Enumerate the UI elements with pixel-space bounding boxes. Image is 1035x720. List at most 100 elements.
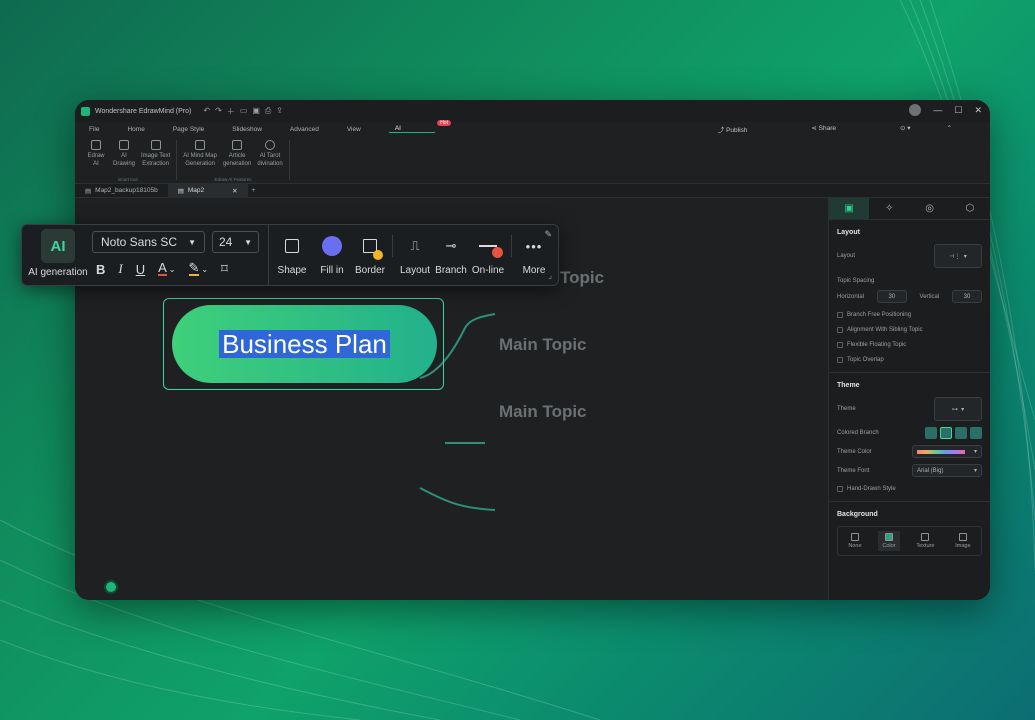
menu-file[interactable]: File [89,126,99,133]
menu-page-style[interactable]: Page Style [173,126,204,133]
topic-node[interactable]: Main Topic [499,402,587,422]
doc-tab-active[interactable]: ▤ Map2 ✕ [167,183,248,198]
minimize-button[interactable]: — [933,105,942,115]
tool-label: Branch [435,265,467,276]
tab-settings[interactable]: ⬡ [950,198,990,219]
option-hand-drawn[interactable]: Hand-Drawn Style [837,486,982,492]
close-tab-icon[interactable]: ✕ [232,187,237,195]
layout-button[interactable]: ⎍ Layout [397,235,433,276]
style-icon: ▣ [844,203,854,214]
format-painter-icon[interactable]: ⌑ [221,261,228,277]
font-color-button[interactable]: A ⌄ [158,261,176,276]
doc-tab[interactable]: ▤ Map2_backup18105b [75,184,168,198]
branch-option[interactable] [970,427,982,439]
layout-select[interactable]: ⊣⋮ ▾ [934,244,982,268]
central-topic[interactable]: Business Plan [172,305,437,383]
ai-tarot-button[interactable]: AI Tarot divination [257,140,283,180]
option-label: Branch Free Positioning [847,312,912,318]
menu-ai[interactable]: AI Hot [388,120,451,133]
ai-mind-map-button[interactable]: AI Mind Map Generation [183,140,217,180]
export-icon[interactable]: ⇪ [276,106,283,117]
pin-icon[interactable]: ✎ [544,229,552,240]
resize-handle-icon[interactable]: ⌟ [548,271,552,280]
checkbox[interactable] [837,342,843,348]
checkbox[interactable] [837,327,843,333]
branch-option[interactable] [925,427,937,439]
theme-color-label: Theme Color [837,448,872,455]
border-button[interactable]: Border [352,235,388,276]
collapse-ribbon-icon[interactable]: ⌃ [947,124,952,134]
tab-marker[interactable]: ◎ [910,198,950,219]
ai-generation-button[interactable]: AI AI generation [26,229,90,283]
theme-color-select[interactable]: ▾ [912,445,982,458]
border-icon [360,235,383,260]
more-button[interactable]: ••• More [516,235,552,277]
bold-button[interactable]: B [96,262,105,277]
branch-button[interactable]: ⊸ Branch [433,235,469,276]
italic-button[interactable]: I [118,261,122,277]
theme-section: Theme Theme ⊶ ▾ Colored Branch Theme Col… [829,382,990,492]
option-label: Flexible Floating Topic [847,342,907,348]
checkbox[interactable] [837,486,843,492]
menu-advanced[interactable]: Advanced [290,126,319,133]
bg-color[interactable]: Color [878,531,900,551]
shape-button[interactable]: Shape [277,235,307,276]
redo-icon[interactable]: ↷ [215,106,222,117]
close-button[interactable]: ✕ [974,105,982,116]
theme-select[interactable]: ⊶ ▾ [934,397,982,421]
central-topic-selection[interactable]: Business Plan [163,298,444,390]
share-button[interactable]: ⋖ Share [811,124,864,134]
font-family-select[interactable]: Noto Sans SC ▼ [92,231,205,253]
font-size-select[interactable]: 24 ▼ [212,231,259,253]
checkbox[interactable] [837,357,843,363]
more-icon: ••• [525,238,543,254]
ribbon-label: Edraw [87,153,105,159]
topic-node[interactable]: Topic [560,268,604,288]
bg-none[interactable]: None [844,531,865,551]
undo-icon[interactable]: ↶ [203,106,210,117]
menu-view[interactable]: View [347,126,361,133]
fill-button[interactable]: Fill in [312,235,352,276]
chevron-down-icon: ▼ [188,237,196,247]
menu-home[interactable]: Home [127,126,144,133]
option-overlap[interactable]: Topic Overlap [837,357,982,363]
avatar[interactable] [909,104,922,116]
highlight-button[interactable]: ✎ ⌄ [188,261,208,276]
new-icon[interactable]: ＋ [227,106,235,117]
image-text-extraction-button[interactable]: Image Text Extraction [141,140,170,180]
tool-label: Layout [399,265,431,276]
edraw-ai-button[interactable]: Edraw AI [85,140,107,180]
option-branch-free[interactable]: Branch Free Positioning [837,312,982,318]
option-flexible[interactable]: Flexible Floating Topic [837,342,982,348]
chevron-down-icon: ⌄ [168,264,176,274]
background-section: Background None Color Texture Image [829,511,990,556]
branch-option[interactable] [940,427,952,439]
central-topic-text[interactable]: Business Plan [219,330,390,358]
save-icon[interactable]: ▣ [252,106,260,117]
open-icon[interactable]: ▭ [240,106,248,117]
status-icon[interactable] [104,580,118,594]
article-generation-button[interactable]: Article generation [223,140,251,180]
topic-node[interactable]: Main Topic [499,335,587,355]
horizontal-input[interactable]: 30 [876,290,907,303]
tab-ai[interactable]: ✧ [869,198,909,219]
underline-button[interactable]: U [136,262,145,277]
checkbox[interactable] [837,312,843,318]
bg-image[interactable]: Image [951,531,974,551]
add-tab-icon[interactable]: + [252,187,256,194]
publish-button[interactable]: ⤴ Publish [718,124,776,134]
tab-style[interactable]: ▣ [829,198,870,219]
print-icon[interactable]: ⎙ [265,106,271,117]
maximize-button[interactable]: ☐ [954,105,962,116]
help-icon[interactable]: ⊙ ▾ [900,124,911,134]
option-label: Alignment With Sibling Topic [847,327,923,333]
branch-option[interactable] [955,427,967,439]
online-button[interactable]: On-line [469,235,507,276]
theme-font-select[interactable]: Arial (Big) ▾ [912,464,982,477]
bg-texture[interactable]: Texture [912,531,938,551]
vertical-input[interactable]: 30 [952,290,982,303]
color-swatch-strip [917,449,965,454]
option-alignment[interactable]: Alignment With Sibling Topic [837,327,982,333]
ai-drawing-button[interactable]: AI Drawing [113,140,135,180]
menu-slideshow[interactable]: Slideshow [232,126,262,133]
